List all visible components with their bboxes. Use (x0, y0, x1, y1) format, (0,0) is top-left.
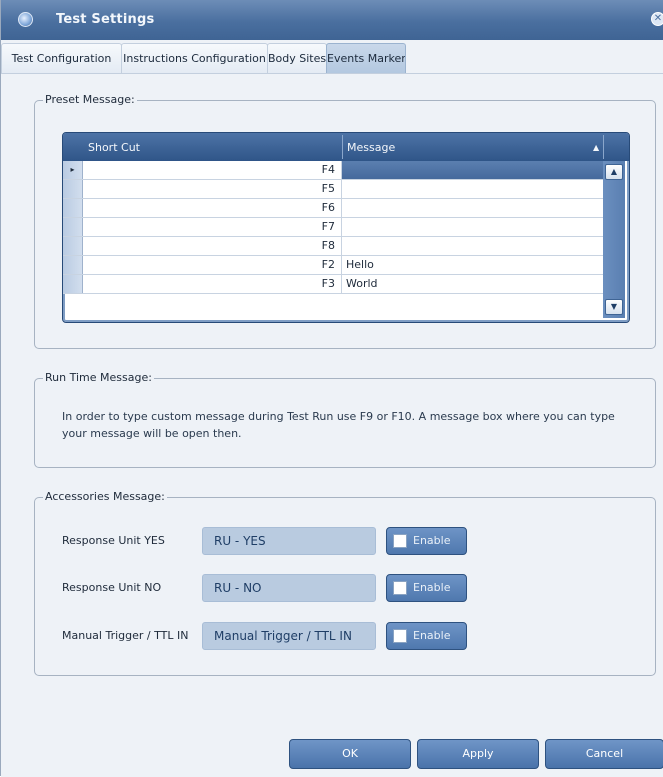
table-row[interactable]: F5 (63, 180, 603, 199)
scroll-down-icon[interactable]: ▼ (605, 299, 623, 315)
manual-trigger-enable-checkbox[interactable]: Enable (386, 622, 467, 650)
message-cell[interactable] (342, 218, 603, 236)
apply-button[interactable]: Apply (417, 739, 539, 769)
vertical-scrollbar[interactable]: ▲ ▼ (603, 161, 625, 318)
grid-header: Short Cut Message ▲ (63, 133, 629, 161)
short-cut-cell[interactable]: F7 (83, 218, 342, 236)
checkbox-icon (393, 534, 407, 548)
row-pointer-icon: ▸ (63, 161, 83, 179)
message-cell[interactable]: Hello (342, 256, 603, 274)
message-cell[interactable] (342, 180, 603, 198)
column-divider (342, 135, 343, 159)
test-settings-window: Test Settings ✕ Test Configuration Instr… (0, 0, 663, 777)
row-selector (63, 256, 83, 274)
response-unit-no-enable-checkbox[interactable]: Enable (386, 574, 467, 602)
sort-ascending-icon: ▲ (593, 143, 600, 152)
row-selector (63, 275, 83, 293)
run-time-message-text: In order to type custom message during T… (62, 410, 615, 440)
message-cell[interactable] (342, 161, 603, 179)
tab-body-sites[interactable]: Body Sites (267, 43, 327, 73)
message-cell[interactable] (342, 237, 603, 255)
table-row[interactable]: ▸ F4 (63, 161, 603, 180)
row-selector (63, 237, 83, 255)
message-cell[interactable] (342, 199, 603, 217)
column-header-short-cut[interactable]: Short Cut (88, 133, 140, 161)
enable-label: Enable (413, 629, 451, 642)
short-cut-cell[interactable]: F3 (83, 275, 342, 293)
table-row[interactable]: F8 (63, 237, 603, 256)
short-cut-cell[interactable]: F5 (83, 180, 342, 198)
run-time-message-legend: Run Time Message: (43, 371, 154, 384)
short-cut-cell[interactable]: F8 (83, 237, 342, 255)
preset-message-grid[interactable]: Short Cut Message ▲ ▸ F4 F5 F6 F7 F8 F2 … (62, 132, 630, 323)
window-title: Test Settings (56, 12, 155, 27)
table-row[interactable]: F6 (63, 199, 603, 218)
close-icon[interactable]: ✕ (651, 12, 663, 26)
short-cut-cell[interactable]: F2 (83, 256, 342, 274)
accessories-message-legend: Accessories Message: (43, 490, 167, 503)
manual-trigger-field[interactable]: Manual Trigger / TTL IN (202, 622, 376, 650)
column-header-message[interactable]: Message (347, 133, 395, 161)
response-unit-yes-field[interactable]: RU - YES (202, 527, 376, 555)
row-selector (63, 199, 83, 217)
table-row[interactable]: F7 (63, 218, 603, 237)
enable-label: Enable (413, 581, 451, 594)
checkbox-icon (393, 581, 407, 595)
row-selector (63, 218, 83, 236)
response-unit-yes-enable-checkbox[interactable]: Enable (386, 527, 467, 555)
response-unit-no-label: Response Unit NO (62, 581, 162, 594)
title-bar[interactable]: Test Settings ✕ (1, 0, 663, 40)
manual-trigger-label: Manual Trigger / TTL IN (62, 629, 189, 642)
short-cut-cell[interactable]: F4 (83, 161, 342, 179)
preset-message-legend: Preset Message: (43, 93, 137, 106)
row-selector (63, 180, 83, 198)
tab-test-configuration[interactable]: Test Configuration (1, 43, 122, 73)
checkbox-icon (393, 629, 407, 643)
app-logo-icon (18, 12, 33, 27)
short-cut-cell[interactable]: F6 (83, 199, 342, 217)
response-unit-no-field[interactable]: RU - NO (202, 574, 376, 602)
message-cell[interactable]: World (342, 275, 603, 293)
column-divider (603, 135, 604, 159)
tab-instructions-configuration[interactable]: Instructions Configuration (121, 43, 268, 73)
scroll-up-icon[interactable]: ▲ (605, 164, 623, 180)
tab-events-marker[interactable]: Events Marker (326, 43, 406, 73)
table-row[interactable]: F3 World (63, 275, 603, 294)
enable-label: Enable (413, 534, 451, 547)
ok-button[interactable]: OK (289, 739, 411, 769)
table-row[interactable]: F2 Hello (63, 256, 603, 275)
cancel-button[interactable]: Cancel (545, 739, 663, 769)
response-unit-yes-label: Response Unit YES (62, 534, 165, 547)
